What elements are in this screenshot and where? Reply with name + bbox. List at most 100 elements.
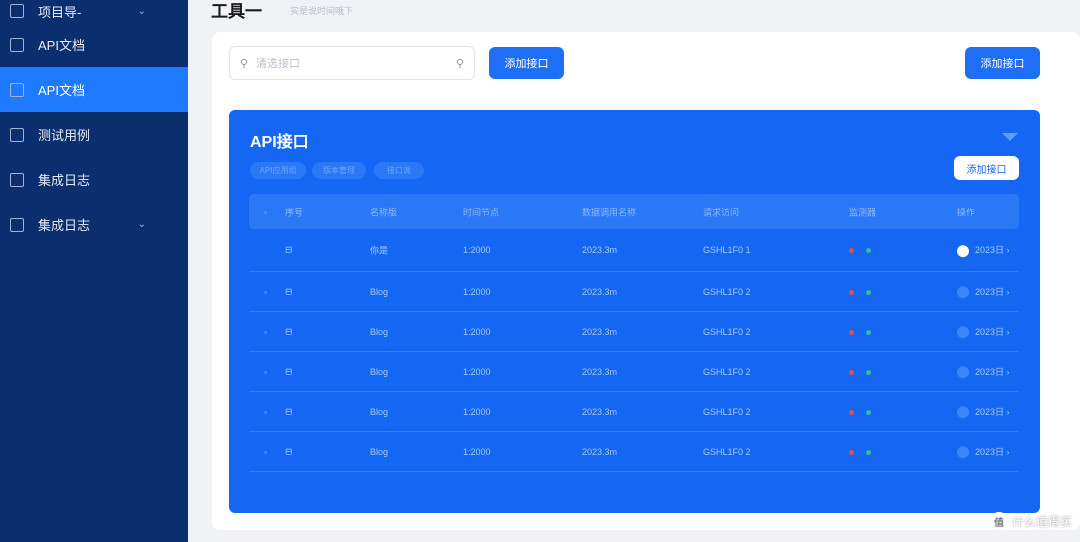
sidebar-item[interactable]: 集成日志 (0, 157, 188, 202)
action-link[interactable]: 2023日 › (957, 325, 1010, 339)
cell-data: 2023.3m (582, 326, 618, 337)
status-red-dot (849, 289, 854, 295)
table-row[interactable]: ▫ ⊟ Blog 1:2000 2023.3m GSHL1F0 2 2023日 … (249, 312, 1019, 352)
page-subtitle: 实是说时间哦下 (290, 6, 354, 16)
status-green-dot (866, 449, 871, 455)
action-link[interactable]: 2023日 › (957, 365, 1010, 379)
add-interface-button-right[interactable]: 添加接口 (965, 47, 1040, 79)
db-icon: ⊟ (285, 286, 293, 296)
action-link[interactable]: 2023日 › (957, 243, 1010, 257)
column-header: 名称版 (370, 207, 398, 217)
status-indicators (849, 327, 883, 337)
row-checkbox[interactable]: ▫ (264, 447, 267, 457)
cell-time: 1:2000 (463, 366, 491, 377)
cell-data: 2023.3m (582, 286, 618, 297)
sidebar-item[interactable]: 测试用例 (0, 112, 188, 157)
search-input[interactable]: ⚲ 清选接口 ⚲ (229, 46, 475, 80)
row-checkbox[interactable]: ▫ (264, 327, 267, 337)
chip[interactable]: 接口说 (374, 162, 424, 179)
cell-request: GSHL1F0 2 (703, 366, 751, 377)
table-header: ▫ 序号 名称版 时间节点 数据调用名称 请求访问 监测器 操作 (249, 194, 1019, 229)
status-red-dot (849, 248, 854, 253)
cell-time: 1:2000 (463, 326, 491, 337)
column-header: 操作 (957, 207, 976, 217)
action-icon (957, 366, 969, 379)
select-all-checkbox[interactable]: ▫ (264, 207, 267, 217)
cell-name: Blog (370, 326, 389, 337)
cell-request: GSHL1F0 2 (703, 446, 751, 457)
doc-icon (10, 127, 24, 142)
doc-icon (10, 37, 24, 52)
search-placeholder: 清选接口 (256, 58, 301, 70)
row-checkbox[interactable]: ▫ (264, 287, 267, 297)
sidebar-item-label: 集成日志 (38, 218, 91, 233)
db-icon: ⊟ (285, 244, 293, 255)
column-header: 数据调用名称 (582, 207, 637, 217)
column-header: 请求访问 (703, 207, 740, 217)
cell-time: 1:2000 (463, 245, 491, 255)
cell-data: 2023.3m (582, 245, 618, 255)
chip[interactable]: API应用组 (250, 162, 306, 179)
chevron-down-icon[interactable]: ⌄ (138, 219, 146, 230)
sidebar-item[interactable]: API文档 (0, 22, 188, 67)
search-icon: ⚲ (240, 57, 249, 70)
search-submit-icon[interactable]: ⚲ (456, 57, 464, 70)
db-icon: ⊟ (285, 406, 293, 416)
cell-time: 1:2000 (463, 446, 491, 457)
cell-name: Blog (370, 446, 389, 457)
table-row[interactable]: ▫ ⊟ Blog 1:2000 2023.3m GSHL1F0 2 2023日 … (249, 272, 1019, 312)
cell-time: 1:2000 (463, 286, 491, 297)
action-link[interactable]: 2023日 › (957, 405, 1010, 419)
action-icon (957, 286, 969, 299)
row-checkbox[interactable]: ▫ (264, 367, 267, 377)
table-row[interactable]: ▫ ⊟ Blog 1:2000 2023.3m GSHL1F0 2 2023日 … (249, 432, 1019, 472)
column-header: 时间节点 (463, 207, 500, 217)
doc-icon (10, 4, 24, 18)
action-icon (957, 446, 969, 459)
panel-title: API接口 (250, 134, 309, 151)
doc-icon (10, 82, 24, 97)
table-row[interactable]: ▫ ⊟ Blog 1:2000 2023.3m GSHL1F0 2 2023日 … (249, 352, 1019, 392)
sidebar-item[interactable]: 项目导- ⌄ (0, 0, 188, 22)
doc-icon (10, 172, 24, 187)
table-row[interactable]: ▫ ⊟ Blog 1:2000 2023.3m GSHL1F0 2 2023日 … (249, 392, 1019, 432)
cell-name: Blog (370, 406, 389, 417)
status-green-dot (866, 329, 871, 335)
collapse-icon[interactable] (1002, 133, 1018, 141)
cell-request: GSHL1F0 1 (703, 245, 751, 255)
sidebar-item[interactable]: API文档 (0, 67, 188, 112)
sidebar-item-label: API文档 (38, 38, 85, 53)
row-checkbox[interactable]: ▫ (264, 407, 267, 417)
main: 工具一 实是说时间哦下 ⚲ 清选接口 ⚲ 添加接口 添加接口 API接口 API… (188, 0, 1080, 542)
api-panel: API接口 API应用组 版本管理 接口说 添加接口 ▫ 序号 名称版 时间节点 数据调… (229, 110, 1040, 513)
chevron-down-icon[interactable]: ⌄ (138, 6, 146, 17)
content-card: ⚲ 清选接口 ⚲ 添加接口 添加接口 API接口 API应用组 版本管理 接口说… (212, 32, 1080, 530)
watermark-logo-icon: 值 (989, 512, 1008, 530)
cell-data: 2023.3m (582, 446, 618, 457)
cell-name: Blog (370, 286, 389, 297)
table-row[interactable]: ⊟ 你是 1:2000 2023.3m GSHL1F0 1 2023日 › (249, 229, 1019, 272)
panel-add-button[interactable]: 添加接口 (954, 156, 1019, 180)
action-icon (957, 406, 969, 419)
chip[interactable]: 版本管理 (312, 162, 366, 179)
db-icon: ⊟ (285, 446, 293, 456)
cell-data: 2023.3m (582, 406, 618, 417)
cell-request: GSHL1F0 2 (703, 286, 751, 297)
cell-name: 你是 (370, 245, 389, 256)
status-green-dot (866, 409, 871, 415)
status-green-dot (866, 289, 871, 295)
sidebar-item[interactable]: 集成日志 ⌄ (0, 202, 188, 247)
cell-request: GSHL1F0 2 (703, 326, 751, 337)
status-red-dot (849, 369, 854, 375)
status-green-dot (866, 248, 871, 253)
status-green-dot (866, 369, 871, 375)
action-link[interactable]: 2023日 › (957, 285, 1010, 299)
action-link[interactable]: 2023日 › (957, 445, 1010, 459)
status-red-dot (849, 449, 854, 455)
cell-name: Blog (370, 366, 389, 377)
page-title: 工具一 (211, 2, 262, 21)
sidebar-item-label: 项目导- (38, 4, 82, 20)
action-icon (957, 244, 969, 257)
add-interface-button[interactable]: 添加接口 (489, 47, 564, 79)
status-indicators (849, 245, 883, 255)
